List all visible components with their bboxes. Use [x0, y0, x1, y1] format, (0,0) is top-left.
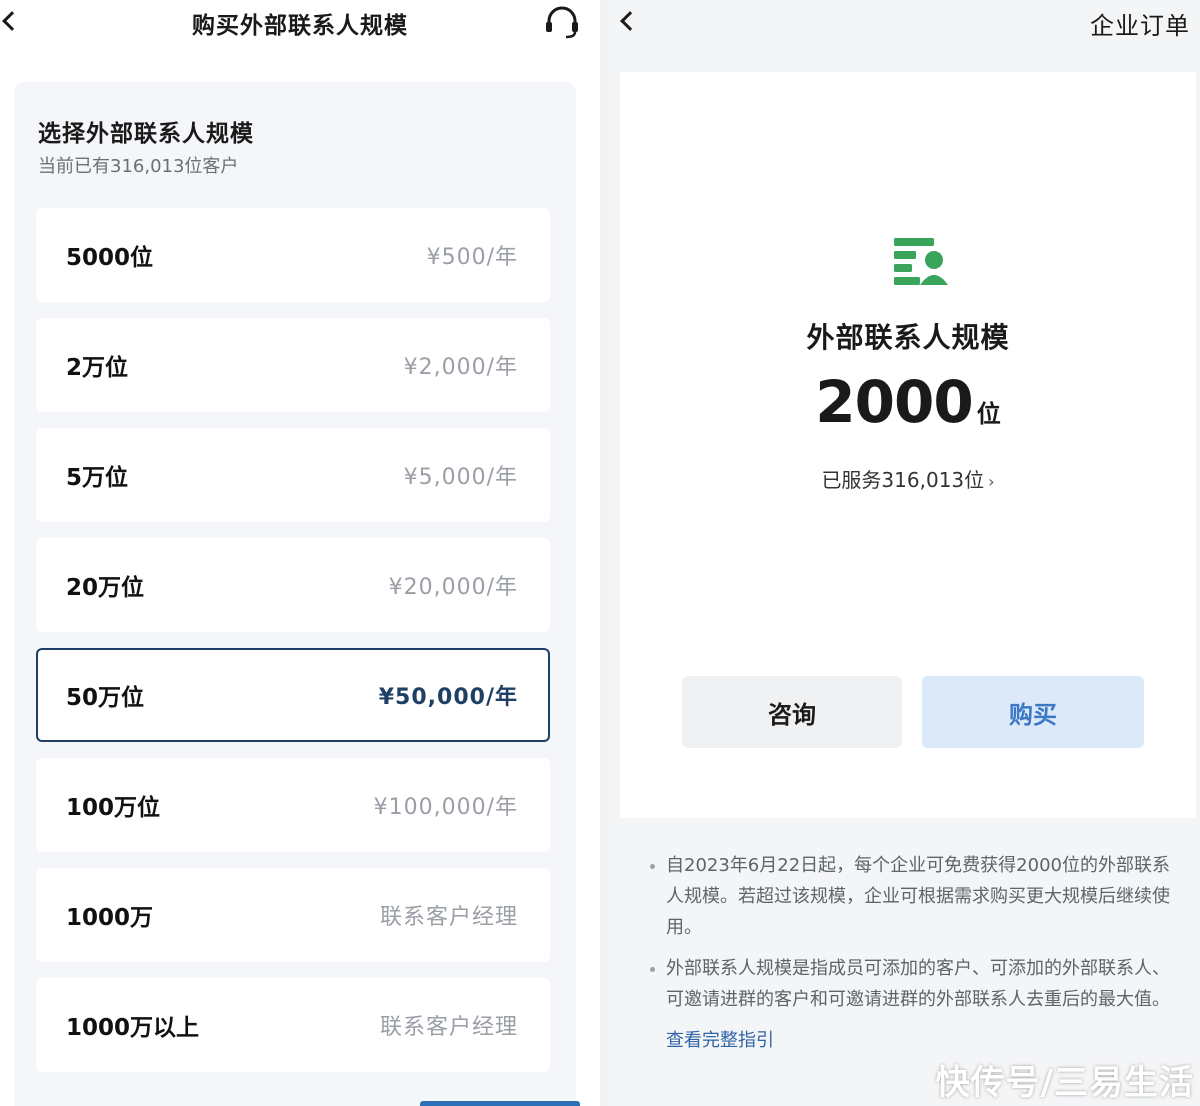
quota-unit: 位 [976, 400, 1001, 428]
headset-icon[interactable] [542, 4, 582, 40]
option-price: ¥5,000/年 [403, 465, 518, 490]
scale-title: 外部联系人规模 [806, 321, 1010, 354]
buy-button[interactable]: 购买 [922, 676, 1144, 748]
scale-select-panel: 选择外部联系人规模 当前已有316,013位客户 5000位 ¥500/年 2万… [14, 82, 576, 1106]
scale-option-over-10m[interactable]: 1000万以上 联系客户经理 [36, 978, 550, 1072]
current-customer-count: 当前已有316,013位客户 [38, 156, 239, 177]
scale-option-20k[interactable]: 2万位 ¥2,000/年 [36, 318, 550, 412]
quota-display: 2000 位 [620, 368, 1196, 436]
note-text: 自2023年6月22日起，每个企业可免费获得2000位的外部联系人规模。若超过该… [666, 855, 1170, 938]
contact-scale-icon [894, 238, 948, 285]
right-navbar: 企业订单 [608, 0, 1200, 44]
section-title: 选择外部联系人规模 [38, 121, 254, 147]
scale-option-5000[interactable]: 5000位 ¥500/年 [36, 208, 550, 302]
option-price: ¥100,000/年 [373, 795, 518, 820]
option-price: ¥50,000/年 [378, 685, 518, 710]
bottom-indicator [420, 1101, 580, 1106]
option-price: 联系客户经理 [379, 1015, 518, 1040]
option-price: ¥500/年 [426, 245, 518, 270]
consult-button[interactable]: 咨询 [682, 676, 902, 748]
left-navbar: 购买外部联系人规模 [0, 0, 600, 44]
full-guide-link[interactable]: 查看完整指引 [636, 1025, 1180, 1056]
note-text: 外部联系人规模是指成员可添加的客户、可添加的外部联系人、可邀请进群的客户和可邀请… [666, 958, 1170, 1010]
served-count-link[interactable]: 已服务316,013位 › [620, 464, 1196, 493]
watermark: 快传号/三易生活 [935, 1063, 1194, 1103]
back-button[interactable] [612, 6, 642, 36]
option-price: ¥20,000/年 [388, 575, 518, 600]
notes-section: 自2023年6月22日起，每个企业可免费获得2000位的外部联系人规模。若超过该… [636, 850, 1180, 1056]
bullet-icon [650, 864, 655, 869]
bullet-icon [650, 967, 655, 972]
left-screen: 购买外部联系人规模 选择外部联系人规模 当前已有316,013位客户 5000位… [0, 0, 600, 1106]
right-screen: 企业订单 外部联系人规模 2000位 已服务316,013位› 咨询 购买 [608, 0, 1200, 1106]
option-price: 联系客户经理 [379, 905, 518, 930]
scale-info-card: 外部联系人规模 2000 位 已服务316,013位 › 咨询 购买 [620, 72, 1196, 818]
scale-option-50k[interactable]: 5万位 ¥5,000/年 [36, 428, 550, 522]
note-item: 外部联系人规模是指成员可添加的客户、可添加的外部联系人、可邀请进群的客户和可邀请… [636, 953, 1180, 1015]
served-text: 已服务316,013位 [821, 468, 985, 492]
option-price: ¥2,000/年 [403, 355, 518, 380]
scale-option-200k[interactable]: 20万位 ¥20,000/年 [36, 538, 550, 632]
scale-option-500k-selected[interactable]: 50万位 ¥50,000/年 [36, 648, 550, 742]
quota-number: 2000 [815, 368, 973, 436]
option-label: 1000万 [66, 905, 154, 931]
chevron-right-icon: › [988, 472, 995, 491]
page-title: 购买外部联系人规模 [192, 13, 408, 39]
option-label: 1000万以上 [66, 1015, 200, 1041]
option-label: 50万位 [66, 685, 145, 711]
option-label: 5万位 [66, 465, 129, 491]
note-item: 自2023年6月22日起，每个企业可免费获得2000位的外部联系人规模。若超过该… [636, 850, 1180, 943]
option-label: 20万位 [66, 575, 145, 601]
enterprise-orders-link[interactable]: 企业订单 [1090, 6, 1190, 41]
scale-option-1m[interactable]: 100万位 ¥100,000/年 [36, 758, 550, 852]
option-label: 2万位 [66, 355, 129, 381]
chevron-left-icon [620, 11, 640, 31]
option-label: 5000位 [66, 245, 154, 271]
scale-option-10m[interactable]: 1000万 联系客户经理 [36, 868, 550, 962]
option-label: 100万位 [66, 795, 161, 821]
